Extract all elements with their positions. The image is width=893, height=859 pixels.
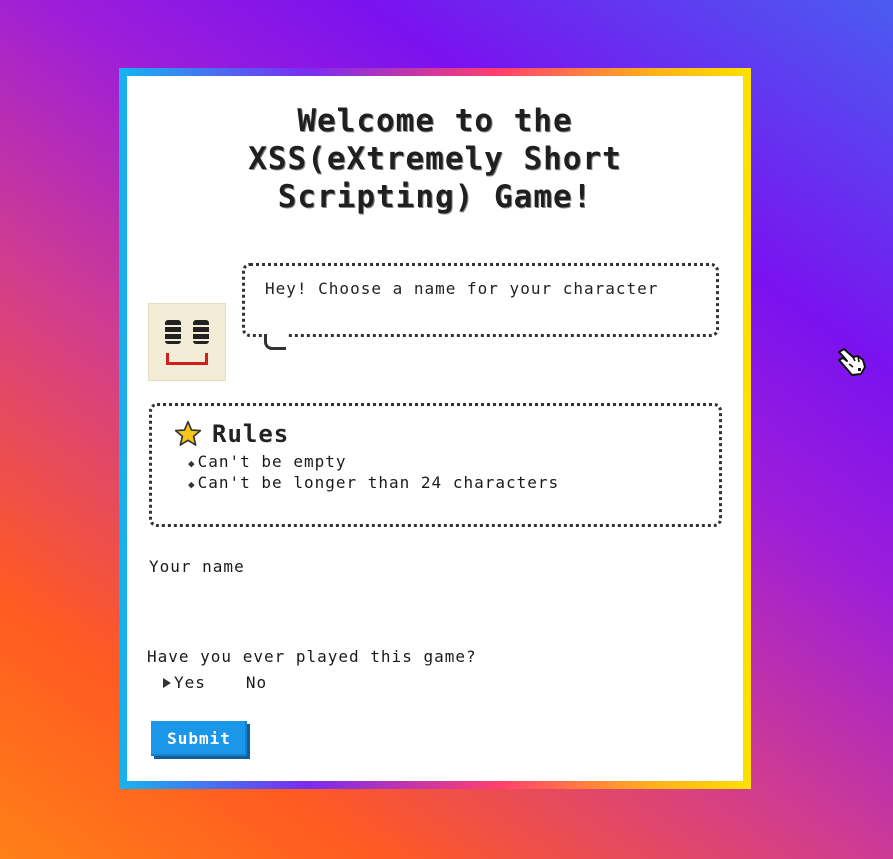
rules-header: Rules (174, 420, 697, 448)
game-card: Welcome to the XSS(eXtremely Short Scrip… (127, 76, 743, 781)
avatar-left-eye (165, 320, 181, 344)
avatar-mouth (166, 353, 208, 365)
game-frame: Welcome to the XSS(eXtremely Short Scrip… (119, 68, 751, 789)
rules-heading: Rules (212, 420, 290, 448)
rules-box: Rules Can't be empty Can't be longer tha… (149, 403, 722, 527)
selected-caret-icon (163, 677, 171, 688)
submit-button[interactable]: Submit (151, 721, 247, 756)
speech-bubble-text: Hey! Choose a name for your character (265, 279, 659, 298)
name-input[interactable] (149, 581, 453, 613)
character-avatar-icon (148, 303, 226, 381)
played-options: Yes No (163, 673, 267, 692)
option-no-label: No (245, 673, 268, 692)
option-yes[interactable]: Yes (163, 673, 206, 692)
name-label: Your name (149, 557, 245, 576)
speech-bubble-tail (264, 334, 286, 350)
rule-item: Can't be longer than 24 characters (188, 473, 697, 494)
rules-list: Can't be empty Can't be longer than 24 c… (188, 452, 697, 494)
avatar-right-eye (193, 320, 209, 344)
page-title: Welcome to the XSS(eXtremely Short Scrip… (248, 103, 622, 215)
star-icon (174, 420, 202, 446)
rule-item: Can't be empty (188, 452, 697, 473)
pointing-hand-cursor-icon (838, 348, 866, 376)
option-yes-label: Yes (174, 673, 206, 692)
speech-bubble: Hey! Choose a name for your character (242, 263, 719, 337)
option-no[interactable]: No (246, 673, 267, 692)
played-question-label: Have you ever played this game? (147, 647, 477, 666)
